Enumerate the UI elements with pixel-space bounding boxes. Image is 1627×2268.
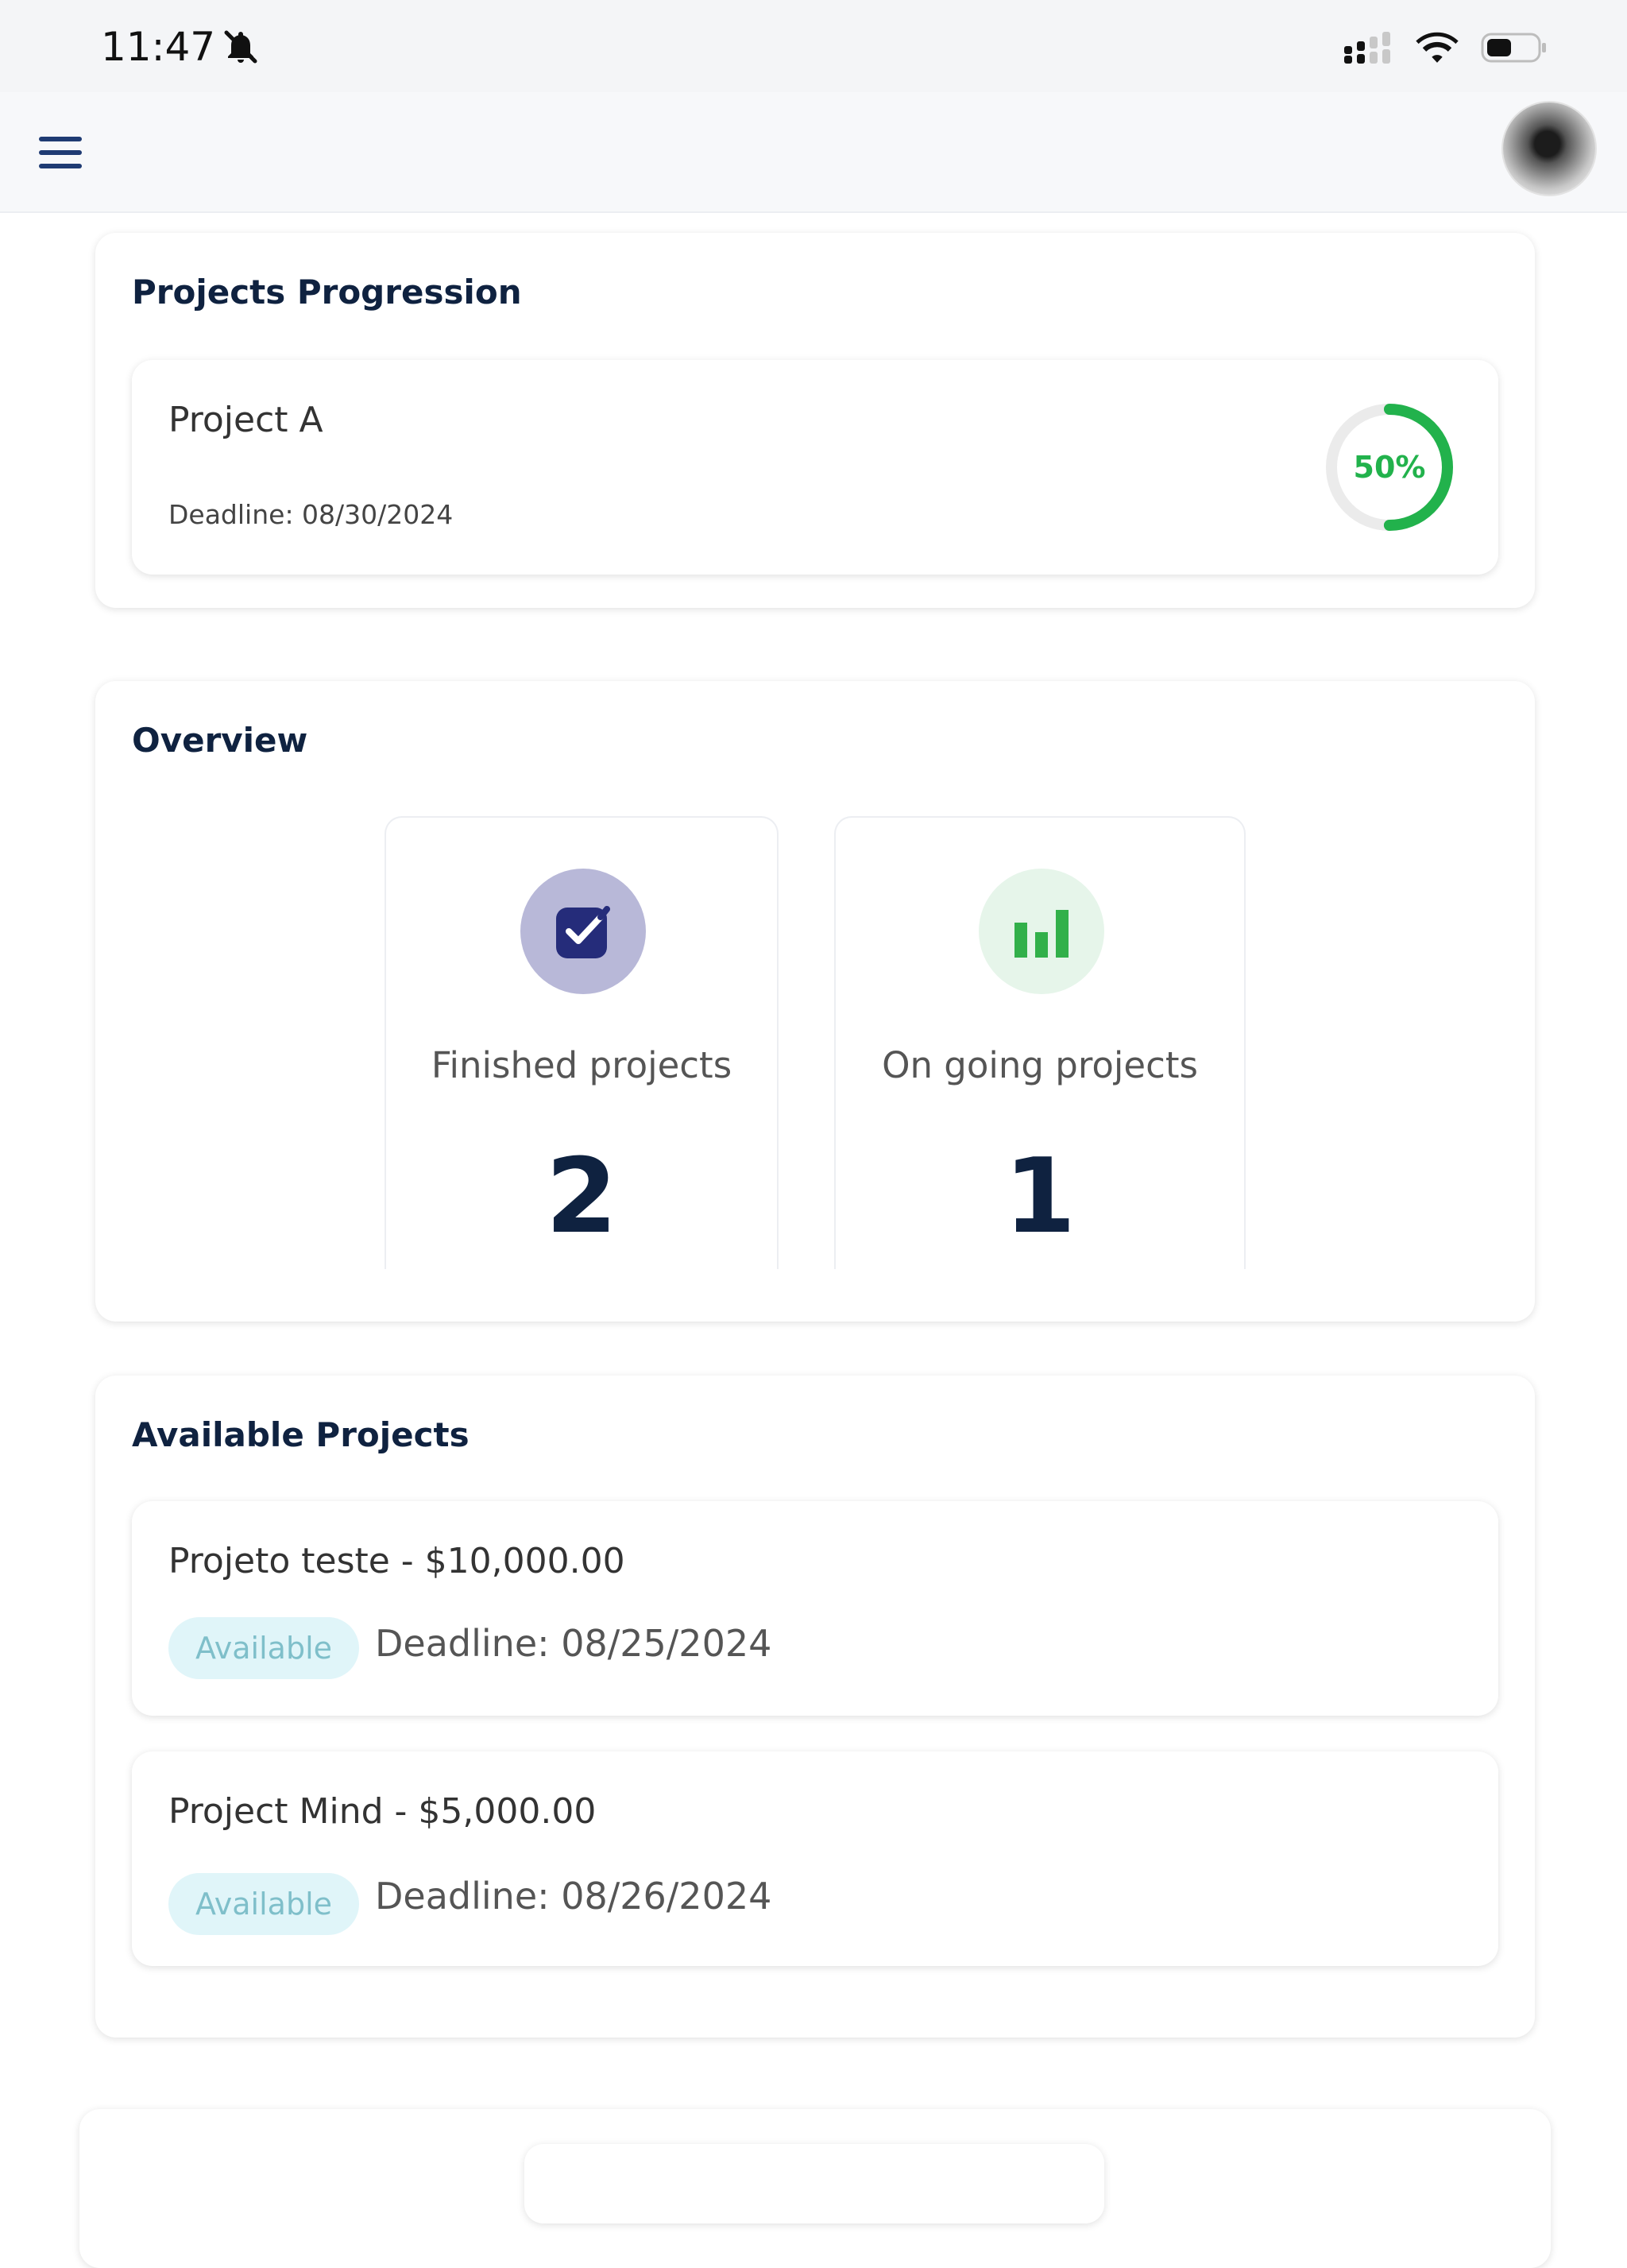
available-project-item[interactable]: Projeto teste - $10,000.00 Available Dea…: [132, 1501, 1498, 1716]
finished-projects-stat[interactable]: Finished projects 2: [385, 816, 779, 1269]
available-project-item[interactable]: Project Mind - $5,000.00 Available Deadl…: [132, 1751, 1498, 1966]
status-bar: 11:47: [0, 0, 1627, 92]
ongoing-projects-count: 1: [1003, 1136, 1076, 1256]
next-section-card: [79, 2109, 1551, 2268]
projects-progression-title: Projects Progression: [132, 273, 522, 312]
bar-chart-icon: [979, 869, 1104, 994]
checkbox-icon: [520, 869, 646, 994]
status-icons: [1344, 32, 1548, 64]
finished-projects-label: Finished projects: [431, 1044, 732, 1086]
available-project-title: Projeto teste - $10,000.00: [168, 1541, 625, 1581]
overview-card: Overview Finished projects 2 On going pr…: [95, 681, 1535, 1322]
hamburger-menu-icon[interactable]: [32, 124, 89, 181]
project-progress-item[interactable]: Project A Deadline: 08/30/2024 50%: [132, 360, 1498, 575]
progress-percent: 50%: [1353, 450, 1426, 485]
status-time-group: 11:47: [101, 24, 260, 70]
status-badge: Available: [168, 1617, 360, 1679]
projects-progression-card: Projects Progression Project A Deadline:…: [95, 233, 1535, 608]
battery-icon: [1481, 33, 1546, 63]
available-project-title: Project Mind - $5,000.00: [168, 1791, 597, 1832]
project-deadline: Deadline: 08/30/2024: [168, 499, 454, 530]
available-project-deadline: Deadline: 08/25/2024: [375, 1622, 772, 1665]
signal-icon: [1344, 32, 1390, 64]
available-projects-card: Available Projects Projeto teste - $10,0…: [95, 1376, 1535, 2038]
app-bar: [0, 92, 1627, 213]
status-badge: Available: [168, 1873, 360, 1935]
ongoing-projects-stat[interactable]: On going projects 1: [834, 816, 1246, 1269]
status-time: 11:47: [101, 24, 216, 70]
ongoing-projects-label: On going projects: [882, 1044, 1198, 1086]
available-projects-title: Available Projects: [132, 1415, 470, 1454]
wifi-icon: [1416, 32, 1459, 63]
user-avatar[interactable]: [1503, 103, 1595, 195]
finished-projects-count: 2: [545, 1136, 618, 1256]
next-section-inner: [524, 2144, 1104, 2223]
project-name: Project A: [168, 400, 323, 440]
available-project-deadline: Deadline: 08/26/2024: [375, 1875, 772, 1918]
bell-off-icon: [224, 30, 257, 64]
overview-title: Overview: [132, 721, 308, 760]
